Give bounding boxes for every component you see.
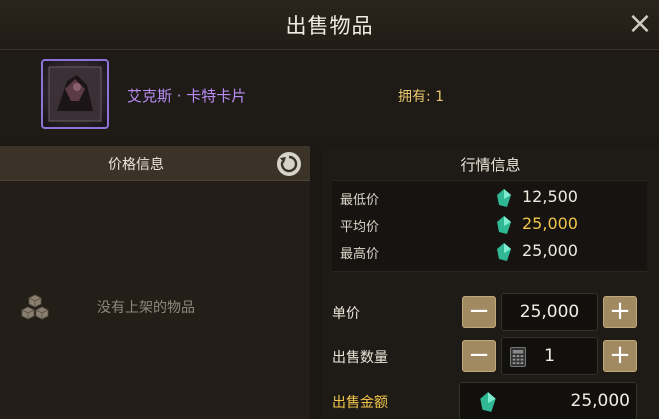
quantity-row: 出售数量 − 1 + (322, 337, 659, 375)
average-price-value: 25,000 (522, 214, 578, 233)
gem-icon (497, 216, 511, 234)
total-amount-box: 25,000 (459, 382, 637, 419)
quantity-label: 出售数量 (332, 350, 388, 366)
unit-price-label: 单价 (332, 306, 360, 322)
unit-price-increase-button[interactable]: + (603, 296, 637, 328)
cube-stack-icon (21, 294, 49, 320)
total-label: 出售金额 (332, 395, 388, 411)
empty-listing-text: 没有上架的物品 (97, 300, 195, 316)
market-info-title: 行情信息 (460, 156, 521, 174)
unit-price-value: 25,000 (519, 302, 580, 322)
highest-price-value: 25,000 (522, 241, 578, 260)
unit-price-decrease-button[interactable]: − (462, 296, 496, 328)
owned-count: 拥有: 1 (398, 89, 445, 105)
gem-icon (480, 392, 496, 412)
quantity-increase-button[interactable]: + (603, 340, 637, 372)
refresh-button[interactable] (277, 152, 301, 176)
unit-price-input[interactable]: 25,000 (501, 293, 598, 331)
quantity-decrease-button[interactable]: − (462, 340, 496, 372)
item-row: 艾克斯 · 卡特卡片 拥有: 1 (0, 51, 659, 137)
market-price-table: 最低价 12,500 平均价 25,000 最高价 25,000 (332, 180, 647, 272)
quantity-value: 1 (544, 346, 555, 366)
market-row-lowest: 最低价 12,500 (332, 185, 647, 211)
lowest-price-label: 最低价 (340, 193, 380, 208)
gem-icon (497, 243, 511, 261)
close-button[interactable]: × (625, 6, 655, 42)
window-title: 出售物品 (285, 14, 374, 38)
price-info-panel: 价格信息 没有上架的物品 (0, 146, 310, 419)
lowest-price-value: 12,500 (522, 187, 578, 206)
market-panel: 行情信息 最低价 12,500 平均价 25,000 最高价 25,000 单价… (322, 146, 659, 419)
gem-icon (497, 189, 511, 207)
item-name: 艾克斯 · 卡特卡片 (127, 87, 247, 105)
card-art-icon (48, 66, 102, 122)
title-bar: 出售物品 × (0, 0, 659, 50)
quantity-input[interactable]: 1 (501, 337, 598, 375)
highest-price-label: 最高价 (340, 247, 380, 262)
total-row: 出售金额 25,000 (322, 382, 659, 419)
average-price-label: 平均价 (340, 220, 380, 235)
unit-price-row: 单价 − 25,000 + (322, 293, 659, 331)
total-amount-value: 25,000 (570, 391, 630, 411)
item-card-thumbnail[interactable] (41, 59, 109, 129)
refresh-icon (280, 155, 298, 173)
market-row-average: 平均价 25,000 (332, 212, 647, 238)
market-row-highest: 最高价 25,000 (332, 239, 647, 265)
price-info-header: 价格信息 (0, 146, 310, 181)
price-info-title: 价格信息 (108, 157, 164, 173)
